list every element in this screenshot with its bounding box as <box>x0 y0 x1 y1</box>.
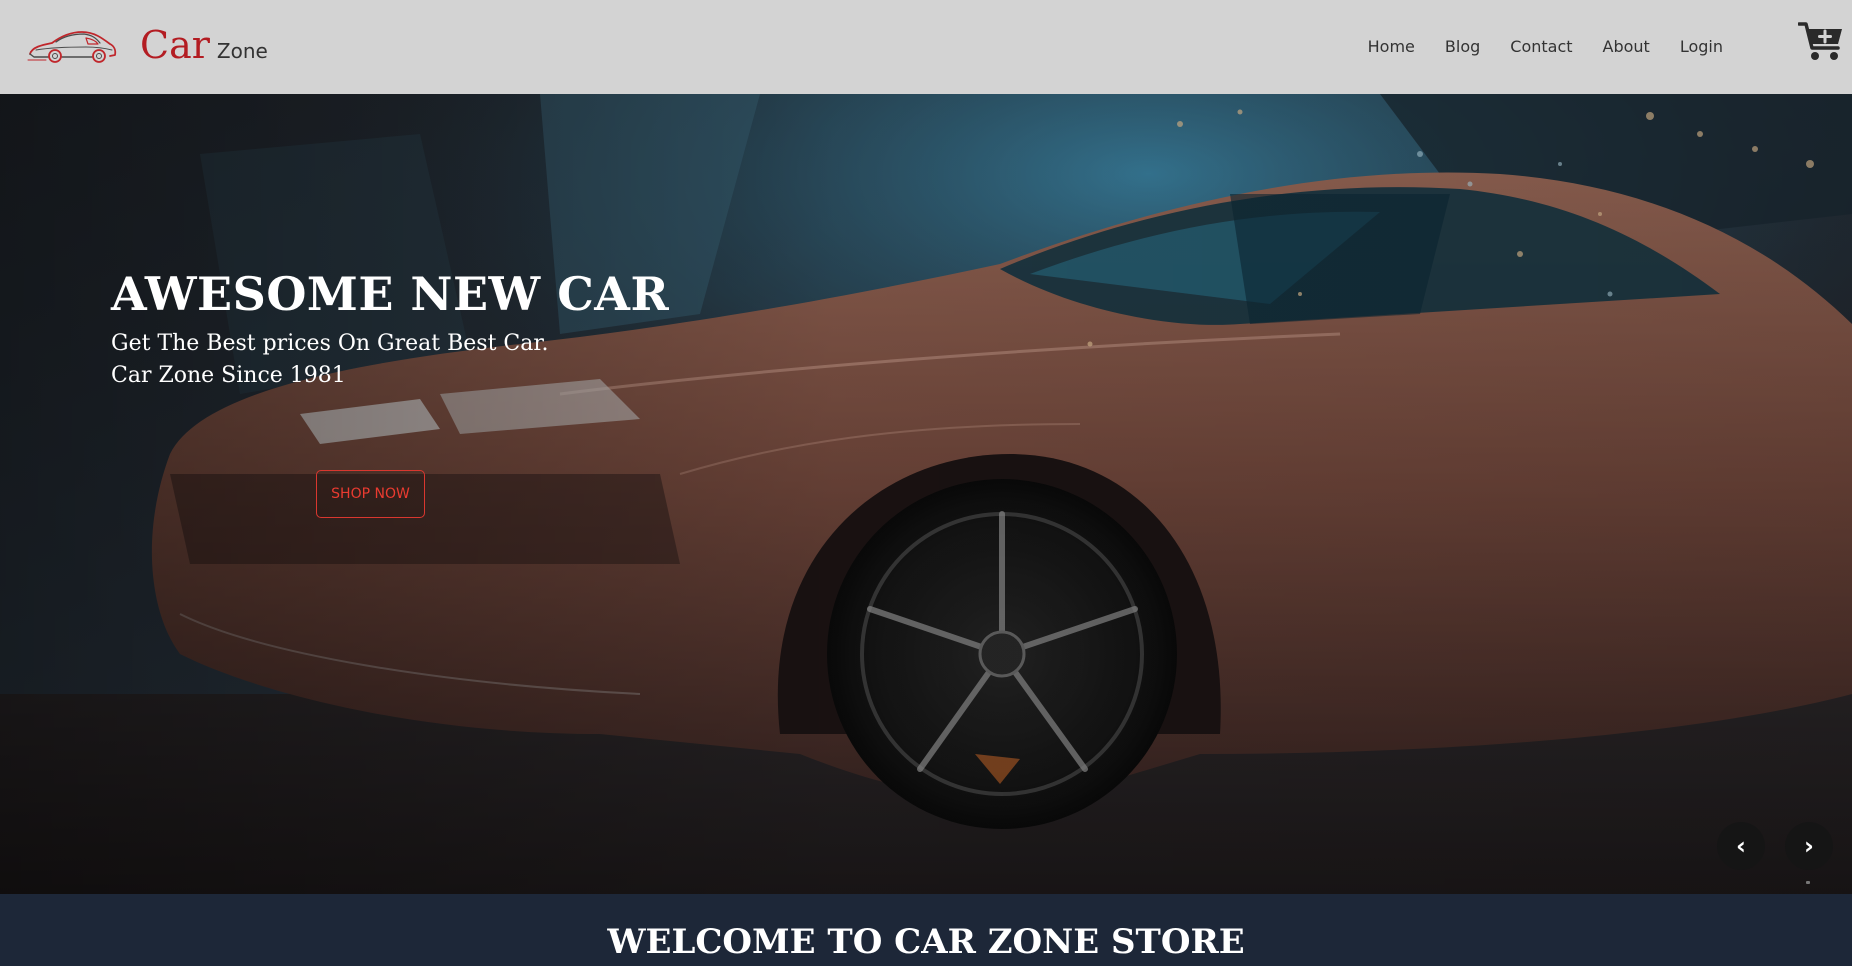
hero-subtitle-line-2: Car Zone Since 1981 <box>111 363 346 388</box>
nav-link-contact[interactable]: Contact <box>1495 32 1587 62</box>
site-header: Car Zone Home Blog Contact About Login <box>0 0 1852 94</box>
carousel-indicator[interactable] <box>1806 881 1810 884</box>
main-nav: Home Blog Contact About Login <box>1353 32 1738 62</box>
hero-car-image <box>0 94 1852 894</box>
nav-link-about[interactable]: About <box>1588 32 1665 62</box>
hero-subtitle: Get The Best prices On Great Best Car. C… <box>111 328 548 392</box>
chevron-right-icon: › <box>1804 832 1814 860</box>
nav-link-login[interactable]: Login <box>1665 32 1738 62</box>
carousel-prev-button[interactable]: ‹ <box>1717 822 1765 870</box>
brand-name-primary: Car <box>140 23 210 67</box>
brand-name-secondary: Zone <box>216 39 268 63</box>
welcome-title: WELCOME TO CAR ZONE STORE <box>607 922 1245 962</box>
car-outline-logo-icon[interactable] <box>26 26 118 66</box>
cart-plus-icon[interactable] <box>1798 20 1844 62</box>
shop-now-button[interactable]: SHOP NOW <box>316 470 425 518</box>
welcome-section: WELCOME TO CAR ZONE STORE <box>0 894 1852 966</box>
hero-carousel: AWESOME NEW CAR Get The Best prices On G… <box>0 94 1852 894</box>
carousel-next-button[interactable]: › <box>1785 822 1833 870</box>
chevron-left-icon: ‹ <box>1736 832 1746 860</box>
brand-wordmark[interactable]: Car Zone <box>140 20 268 70</box>
hero-subtitle-line-1: Get The Best prices On Great Best Car. <box>111 331 549 356</box>
hero-title: AWESOME NEW CAR <box>111 267 670 321</box>
nav-link-blog[interactable]: Blog <box>1430 32 1495 62</box>
nav-link-home[interactable]: Home <box>1353 32 1430 62</box>
